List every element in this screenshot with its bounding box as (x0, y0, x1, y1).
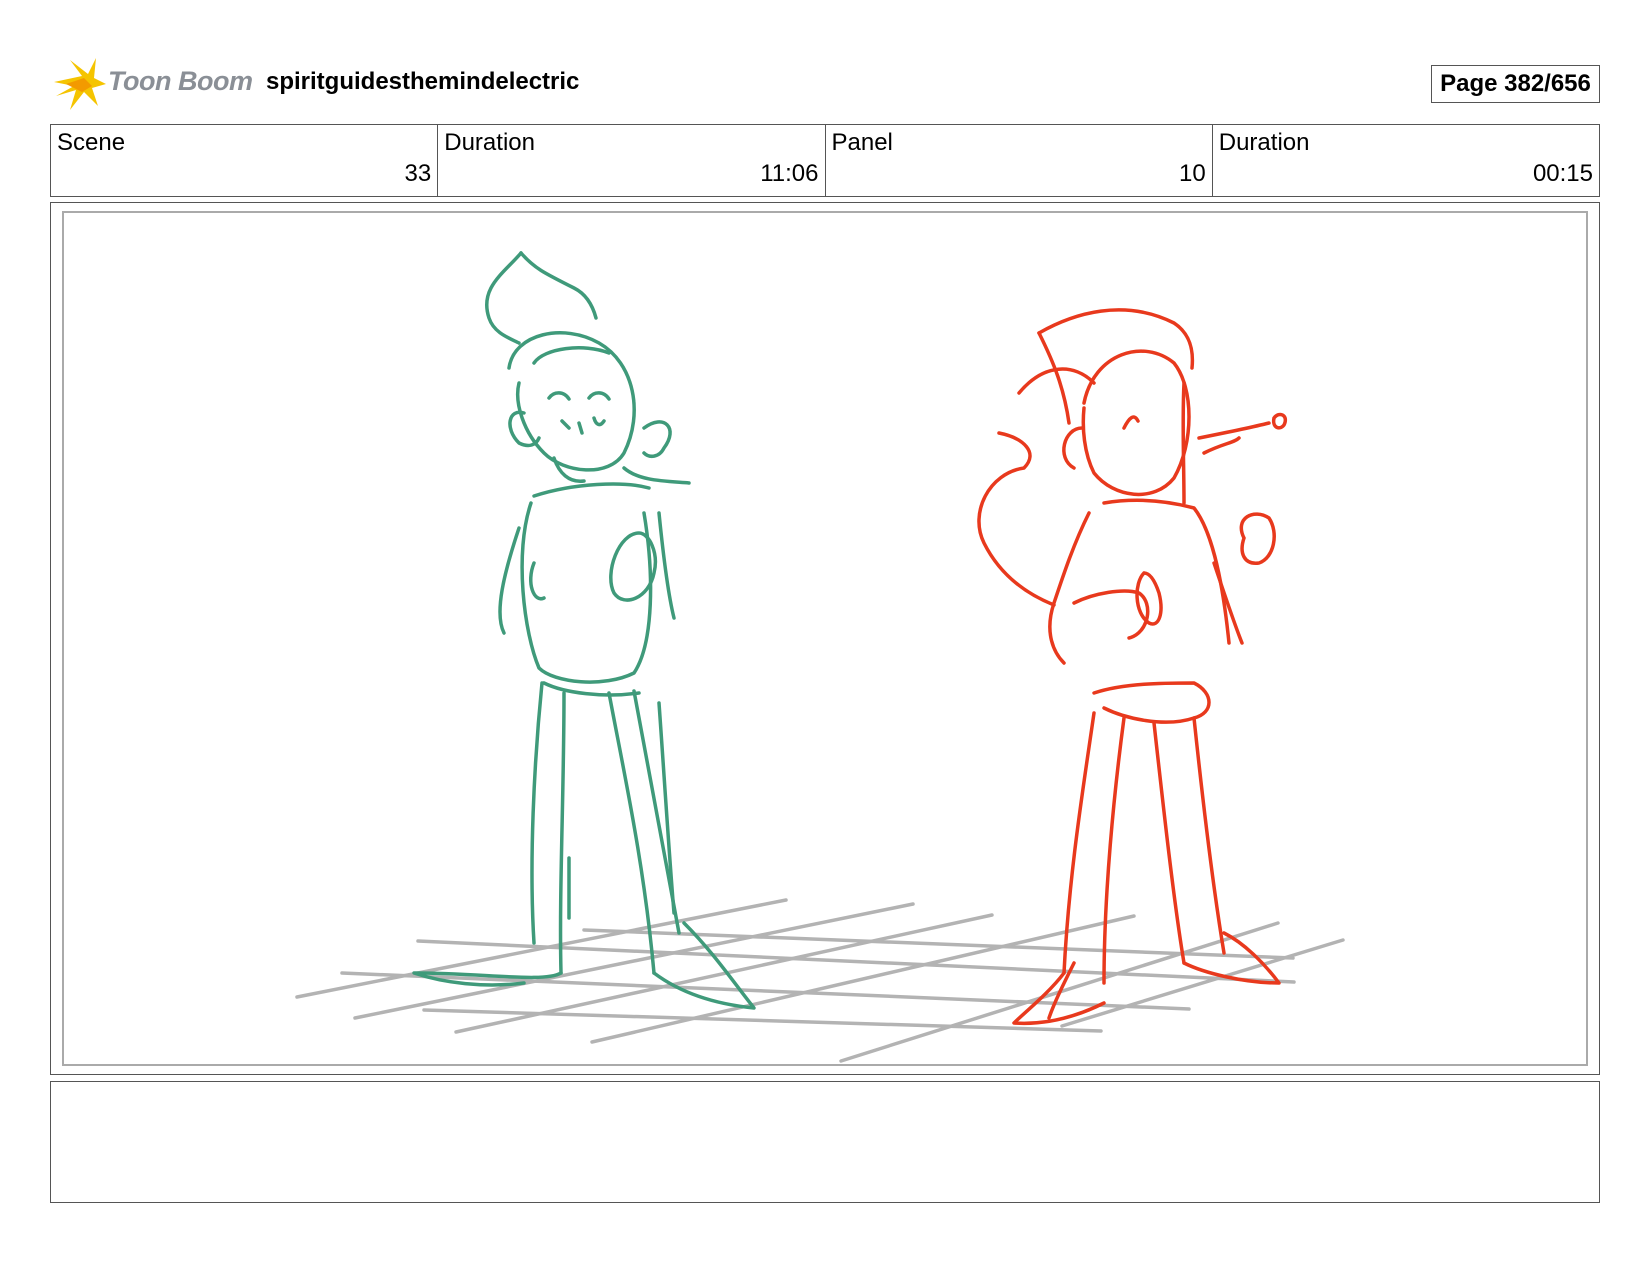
project-title: spiritguidesthemindelectric (266, 68, 580, 95)
scene-cell: Scene 33 (51, 125, 439, 196)
scene-duration-value: 11:06 (760, 160, 819, 187)
scene-duration-cell: Duration 11:06 (438, 125, 826, 196)
starburst-icon (54, 58, 106, 110)
scene-label: Scene (57, 129, 126, 156)
panel-duration-cell: Duration 00:15 (1213, 125, 1599, 196)
panel-cell: Panel 10 (826, 125, 1213, 196)
panel-notes-box (50, 1081, 1600, 1203)
panel-sketch (295, 251, 1345, 1063)
panel-label: Panel (831, 129, 893, 156)
panel-duration-value: 00:15 (1532, 160, 1593, 187)
panel-value: 10 (1179, 160, 1206, 187)
storyboard-panel-image (62, 211, 1588, 1066)
logo-text: Toon Boom (108, 66, 253, 96)
toon-boom-logo: Toon Boom (52, 56, 253, 112)
green-character-sketch (412, 251, 756, 1010)
storyboard-panel-frame (50, 202, 1600, 1075)
panel-duration-label: Duration (1218, 129, 1310, 156)
info-table: Scene 33 Duration 11:06 Panel 10 Duratio… (50, 124, 1600, 197)
scene-duration-label: Duration (444, 129, 535, 156)
page-number: Page 382/656 (1431, 65, 1600, 103)
scene-value: 33 (404, 160, 432, 187)
